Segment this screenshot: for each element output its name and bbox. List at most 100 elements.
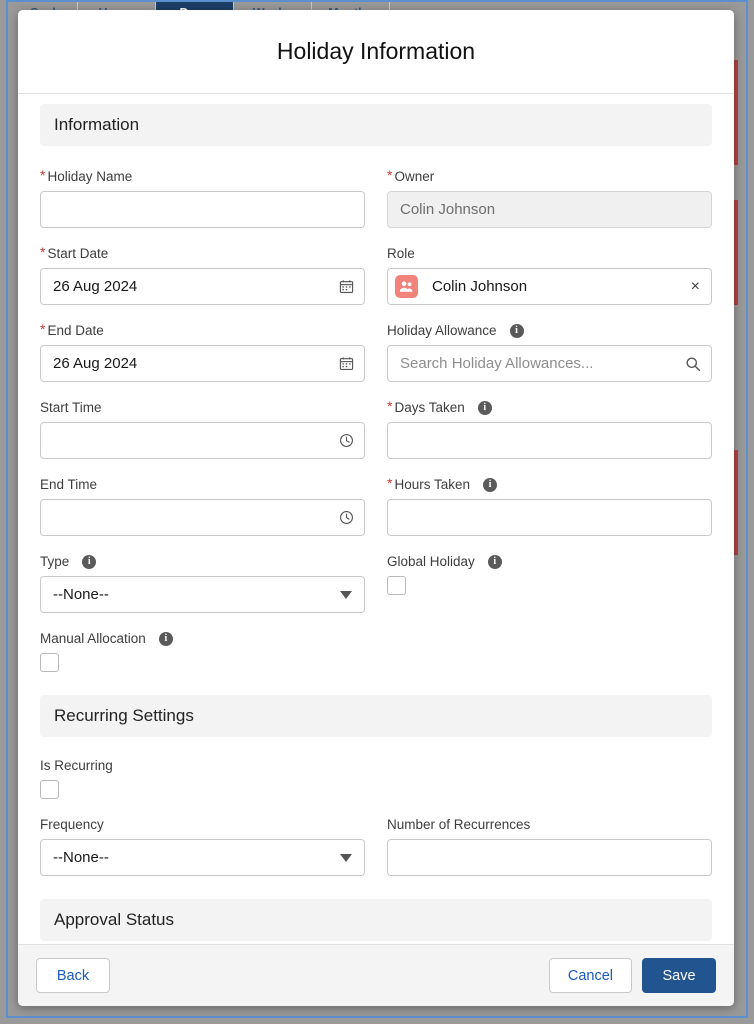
field-holiday-name: * Holiday Name <box>40 168 365 228</box>
label-end-date-text: End Date <box>47 322 104 338</box>
label-global-holiday: Global Holiday i <box>387 553 712 570</box>
end-time-input[interactable] <box>40 499 365 536</box>
field-frequency: Frequency --None-- <box>40 816 365 876</box>
info-icon[interactable]: i <box>158 631 173 646</box>
info-icon[interactable]: i <box>477 400 492 415</box>
info-icon[interactable]: i <box>487 554 502 569</box>
section-header-recurring-label: Recurring Settings <box>54 706 194 725</box>
label-hours-taken: * Hours Taken i <box>387 476 712 493</box>
modal-header: Holiday Information <box>18 10 734 94</box>
recurring-grid: Is Recurring Frequency --None-- Number o… <box>40 757 712 893</box>
field-hours-taken: * Hours Taken i <box>387 476 712 536</box>
label-end-time-text: End Time <box>40 476 98 492</box>
label-hours-taken-text: Hours Taken <box>394 476 470 492</box>
label-type-text: Type <box>40 553 70 569</box>
save-button[interactable]: Save <box>642 958 716 993</box>
type-select[interactable]: --None-- <box>40 576 365 613</box>
field-owner: * Owner Colin Johnson <box>387 168 712 228</box>
field-start-date: * Start Date 26 Aug 2024 <box>40 245 365 305</box>
end-time-wrap <box>40 499 365 536</box>
label-days-taken: * Days Taken i <box>387 399 712 416</box>
role-value: Colin Johnson <box>432 278 528 295</box>
label-start-time-text: Start Time <box>40 399 102 415</box>
field-is-recurring: Is Recurring <box>40 757 365 799</box>
required-marker: * <box>387 398 393 414</box>
label-role-text: Role <box>387 245 415 261</box>
label-start-date: * Start Date <box>40 245 365 262</box>
type-selected-value: --None-- <box>53 586 109 603</box>
contact-icon <box>395 275 418 298</box>
holiday-name-input[interactable] <box>40 191 365 228</box>
modal-footer: Back Cancel Save <box>18 944 734 1006</box>
label-holiday-name-text: Holiday Name <box>47 168 133 184</box>
label-manual-allocation: Manual Allocation i <box>40 630 365 647</box>
start-date-input[interactable]: 26 Aug 2024 <box>40 268 365 305</box>
label-start-time: Start Time <box>40 399 365 416</box>
number-of-recurrences-input[interactable] <box>387 839 712 876</box>
start-time-wrap <box>40 422 365 459</box>
holiday-allowance-search-input[interactable] <box>387 345 712 382</box>
manual-allocation-checkbox[interactable] <box>40 653 59 672</box>
label-start-date-text: Start Date <box>47 245 109 261</box>
label-is-recurring: Is Recurring <box>40 757 365 774</box>
section-header-approval-label: Approval Status <box>54 910 175 929</box>
section-header-approval: Approval Status <box>40 899 712 941</box>
role-lookup[interactable]: Colin Johnson × <box>387 268 712 305</box>
label-owner-text: Owner <box>394 168 435 184</box>
section-header-information-label: Information <box>54 115 140 134</box>
start-date-wrap: 26 Aug 2024 <box>40 268 365 305</box>
end-date-wrap: 26 Aug 2024 <box>40 345 365 382</box>
cancel-button[interactable]: Cancel <box>548 958 632 993</box>
field-manual-allocation: Manual Allocation i <box>40 630 365 672</box>
label-holiday-name: * Holiday Name <box>40 168 365 185</box>
field-number-of-recurrences: Number of Recurrences <box>387 816 712 876</box>
chevron-down-icon <box>340 853 352 862</box>
frequency-select[interactable]: --None-- <box>40 839 365 876</box>
label-frequency: Frequency <box>40 816 365 833</box>
required-marker: * <box>40 321 46 337</box>
label-frequency-text: Frequency <box>40 816 104 832</box>
label-holiday-allowance-text: Holiday Allowance <box>387 322 497 338</box>
holiday-allowance-wrap <box>387 345 712 382</box>
label-end-date: * End Date <box>40 322 365 339</box>
grid-empty-cell <box>387 757 712 816</box>
label-days-taken-text: Days Taken <box>394 399 465 415</box>
info-icon[interactable]: i <box>82 554 97 569</box>
label-manual-allocation-text: Manual Allocation <box>40 630 146 646</box>
info-icon[interactable]: i <box>483 477 497 492</box>
frequency-selected-value: --None-- <box>53 849 109 866</box>
page-title: Holiday Information <box>276 38 476 64</box>
label-number-of-recurrences: Number of Recurrences <box>387 816 712 833</box>
field-start-time: Start Time <box>40 399 365 459</box>
end-date-input[interactable]: 26 Aug 2024 <box>40 345 365 382</box>
required-marker: * <box>40 167 46 183</box>
is-recurring-checkbox[interactable] <box>40 780 59 799</box>
field-days-taken: * Days Taken i <box>387 399 712 459</box>
label-number-of-recurrences-text: Number of Recurrences <box>387 816 531 832</box>
modal-body: Information * Holiday Name * Owner Colin… <box>18 94 734 944</box>
chevron-down-icon <box>340 590 352 599</box>
label-is-recurring-text: Is Recurring <box>40 757 113 773</box>
field-holiday-allowance: Holiday Allowance i <box>387 322 712 382</box>
field-end-time: End Time <box>40 476 365 536</box>
grid-empty-cell <box>387 630 712 689</box>
start-time-input[interactable] <box>40 422 365 459</box>
information-grid: * Holiday Name * Owner Colin Johnson * S… <box>40 168 712 689</box>
holiday-information-modal: Holiday Information Information * Holida… <box>18 10 734 1006</box>
label-type: Type i <box>40 553 365 570</box>
owner-value: Colin Johnson <box>387 191 712 228</box>
required-marker: * <box>387 475 393 491</box>
required-marker: * <box>387 167 393 183</box>
field-end-date: * End Date 26 Aug 2024 <box>40 322 365 382</box>
close-icon[interactable]: × <box>688 278 703 296</box>
required-marker: * <box>40 244 46 260</box>
hours-taken-input[interactable] <box>387 499 712 536</box>
back-button[interactable]: Back <box>36 958 110 993</box>
field-type: Type i --None-- <box>40 553 365 613</box>
global-holiday-checkbox[interactable] <box>387 576 406 595</box>
label-end-time: End Time <box>40 476 365 493</box>
days-taken-input[interactable] <box>387 422 712 459</box>
info-icon[interactable]: i <box>509 323 524 338</box>
label-holiday-allowance: Holiday Allowance i <box>387 322 712 339</box>
section-header-information: Information <box>40 104 712 146</box>
